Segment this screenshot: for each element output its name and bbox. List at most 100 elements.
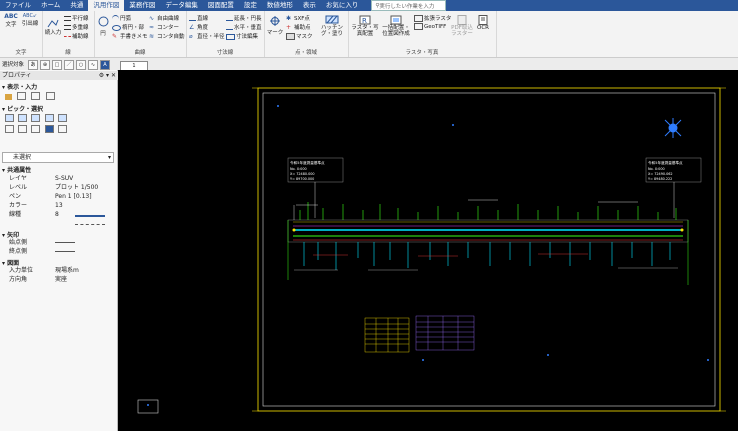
parallel-line-button[interactable]: 平行線 [64, 14, 89, 22]
common-attr-section[interactable]: ▾ 共通属性 [2, 165, 31, 174]
property-row[interactable]: 方向角 実座 [0, 275, 117, 284]
raster-photo-button[interactable]: R ラスタ・写真配置 [350, 15, 380, 37]
pick-icon-1[interactable] [5, 114, 14, 122]
gear-icon[interactable]: ⚙ ▾ ✕ [99, 71, 116, 80]
menu-item-8[interactable]: 数値地形 [262, 0, 298, 11]
crop-marks [252, 87, 726, 412]
pdf-import-button[interactable]: PDF取込ラスター [451, 15, 473, 37]
ribbon-group-line: 続入力 平行線 多重線 補助線 線 [42, 11, 95, 57]
menu-item-1[interactable]: ホーム [36, 0, 65, 11]
pick-icon-2[interactable] [18, 114, 28, 122]
arc-button[interactable]: 円弧 [112, 14, 131, 23]
pdf-icon [451, 15, 473, 25]
batch-place-button[interactable]: 一括配置・位置図作成 [381, 15, 411, 37]
contour-button[interactable]: ≈ コンター [149, 23, 179, 31]
menu-item-4[interactable]: 業務作図 [124, 0, 160, 11]
contour-auto-button[interactable]: ≋ コンタ自動 [149, 32, 185, 40]
cad-drawing[interactable]: 令和5年度測量基準点 No. X:000 X= 72480.000 Y= 897… [118, 70, 738, 431]
menu-item-2[interactable]: 共通 [65, 0, 88, 11]
pick-icon-5[interactable] [57, 114, 67, 122]
select-tool-line[interactable]: ／ [64, 60, 74, 70]
property-key: 方向角 [9, 276, 28, 283]
ocr-button[interactable]: OCR [473, 15, 493, 31]
pick-icon-6[interactable] [5, 125, 14, 133]
group-label-raster: ラスタ・写真 [405, 50, 439, 56]
select-tool-all[interactable]: A [100, 60, 110, 70]
pick-icon-9[interactable] [44, 125, 54, 133]
geotiff-icon [414, 23, 423, 30]
menu-item-7[interactable]: 設定 [239, 0, 262, 11]
pick-select-section[interactable]: ▾ ピック・選択 [2, 104, 43, 113]
dim-angle-button[interactable]: ∠ 角度 [189, 23, 208, 31]
display-input-section[interactable]: ▾ 表示・入力 [2, 82, 37, 91]
circle-button[interactable]: 円 [96, 16, 110, 37]
property-row[interactable]: ペン Pen 1 [0.13] [0, 192, 117, 201]
property-row[interactable]: レイヤ S-SUV [0, 174, 117, 183]
property-row[interactable]: 入力単位 現場系m [0, 266, 117, 275]
dim-extend-button[interactable]: 延長・円長 [226, 14, 262, 22]
menu-item-6[interactable]: 図面配置 [203, 0, 239, 11]
free-curve-button[interactable]: ∿ 自由曲線 [149, 14, 179, 22]
continuous-line-button[interactable]: 続入力 [44, 19, 62, 36]
sxf-point-button[interactable]: ✱ SXF点 [286, 14, 310, 22]
horizontal-icon [226, 25, 233, 30]
mark-button[interactable]: マーク [266, 16, 284, 36]
menu-item-9[interactable]: 表示 [298, 0, 321, 11]
hatching-button[interactable]: ハッチング・塗り [318, 15, 346, 37]
property-row[interactable]: レベル プロット 1/500 [0, 183, 117, 192]
select-tool-wave[interactable]: ∿ [88, 60, 98, 70]
geotiff-button[interactable]: GeoTIFF [414, 23, 446, 30]
menu-item-0[interactable]: ファイル [0, 0, 36, 11]
mask-icon [286, 33, 295, 40]
drawing-canvas[interactable]: 令和5年度測量基準点 No. X:000 X= 72480.000 Y= 897… [118, 70, 738, 431]
ortho-icon[interactable] [45, 92, 55, 100]
dim-radius-button[interactable]: ⌀ 直径・半径 [189, 32, 225, 40]
pick-icon-8[interactable] [31, 125, 41, 133]
menu-item-3[interactable]: 汎用作図 [88, 0, 125, 11]
pick-icon-10[interactable] [57, 125, 67, 133]
ext-raster-button[interactable]: 拡張ラスタ [414, 14, 451, 22]
aux-point-button[interactable]: + 補助点 [286, 23, 311, 31]
palette-icon[interactable] [5, 94, 12, 100]
survey-label-right: 令和5年度測量基準点 No. X:000 X= 72490.062 Y= 894… [645, 157, 702, 218]
select-target-label: 選択対象 [2, 62, 25, 68]
leader-button[interactable]: ABC↙ 引出線 [21, 13, 39, 27]
select-tool-circle2[interactable]: ○ [76, 60, 86, 70]
freehand-memo-button[interactable]: ✎ 手書きメモ [112, 32, 148, 40]
contour-auto-icon: ≋ [149, 33, 155, 40]
dim-horizontal-button[interactable]: 水平・垂直 [226, 23, 262, 31]
menu-item-5[interactable]: データ編集 [160, 0, 203, 11]
grid-icon[interactable] [17, 92, 27, 100]
pick-icon-3[interactable] [31, 114, 41, 122]
ellipse-button[interactable]: 楕円・部 [112, 23, 144, 31]
text-button[interactable]: ABC 文字 [3, 13, 19, 28]
multi-line-button[interactable]: 多重線 [64, 23, 89, 31]
dim-direct-button[interactable]: 直線 [189, 14, 208, 22]
multi-line-icon [64, 25, 71, 30]
property-key: 終点側 [9, 248, 28, 255]
select-tool-a[interactable]: あ [28, 60, 38, 70]
dim-edit-button[interactable]: 寸法編集 [226, 32, 258, 40]
pick-icon-4[interactable] [44, 114, 54, 122]
north-arrow-icon [664, 118, 682, 138]
property-row[interactable]: カラー 13 [0, 201, 117, 210]
property-value: 8 [55, 211, 59, 218]
snap-icon[interactable] [31, 92, 41, 100]
ribbon-group-raster: R ラスタ・写真配置 一括配置・位置図作成 拡張ラスタ GeoTIFF PDF取… [348, 11, 497, 57]
property-value: 実座 [55, 276, 68, 283]
color-swatch [75, 215, 105, 217]
mask-button[interactable]: マスク [286, 32, 313, 40]
aux-line-button[interactable]: 補助線 [64, 32, 89, 40]
select-tool-circle[interactable]: ⊕ [40, 60, 50, 70]
outer-frame [257, 87, 721, 412]
pick-icon-7[interactable] [18, 125, 28, 133]
menu-item-10[interactable]: お気に入り [321, 0, 364, 11]
search-box[interactable]: ⚲ 実行したい作業を入力 [371, 0, 447, 11]
ribbon-group-point: マーク ✱ SXF点 + 補助点 マスク ハッチング・塗り 点・領域 [264, 11, 349, 57]
ribbon: ABC 文字 ABC↙ 引出線 文字 続入力 平行線 多重線 補助線 線 円 円… [0, 11, 738, 58]
extend-icon [226, 16, 233, 21]
left-label-title: 令和5年度測量基準点 [290, 160, 325, 165]
left-label-line-2: X= 72480.000 [290, 172, 315, 176]
selection-dropdown[interactable]: 未選択 ▾ [2, 152, 114, 163]
select-tool-rect[interactable]: □ [52, 60, 62, 70]
